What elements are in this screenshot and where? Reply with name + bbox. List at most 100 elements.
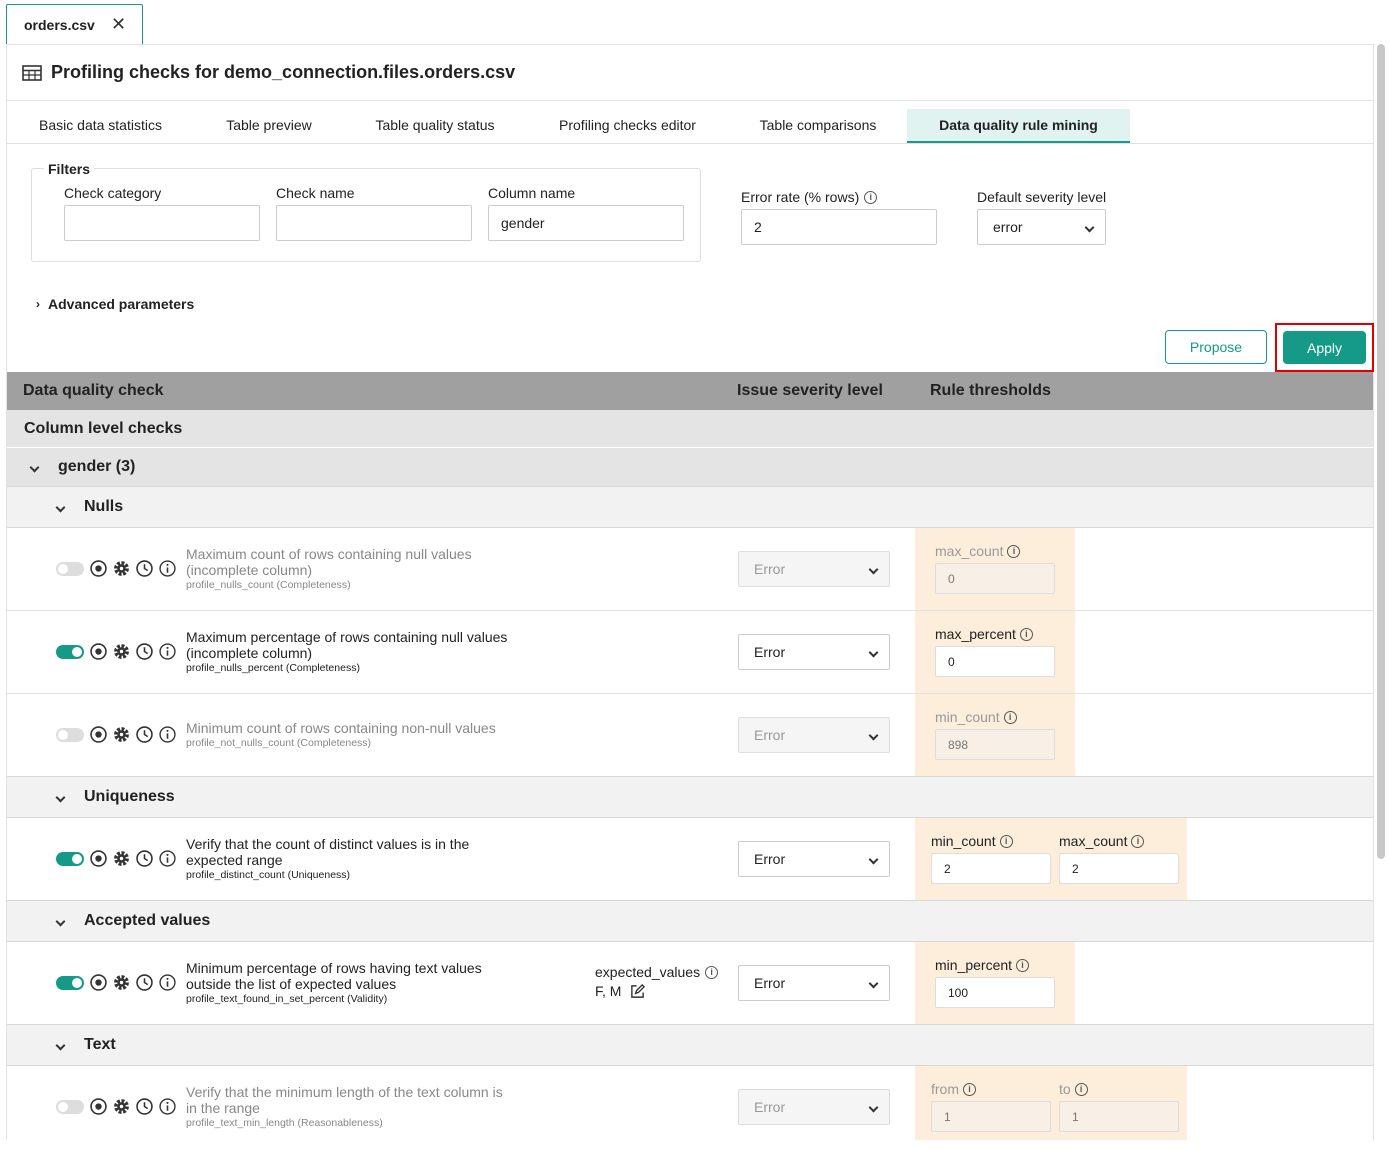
error-rate-input[interactable]: 2 xyxy=(741,209,937,245)
category-accepted-values[interactable]: Accepted values xyxy=(7,900,1373,942)
category-uniqueness[interactable]: Uniqueness xyxy=(7,776,1373,818)
check-name-label: Check name xyxy=(276,185,355,201)
target-icon[interactable] xyxy=(90,643,107,660)
info-icon[interactable]: i xyxy=(1007,544,1021,558)
target-icon[interactable] xyxy=(90,1098,107,1115)
target-icon[interactable] xyxy=(90,974,107,991)
tab-rule-mining[interactable]: Data quality rule mining xyxy=(907,109,1130,143)
severity-select[interactable]: Error xyxy=(738,551,890,587)
tab-table-comparisons[interactable]: Table comparisons xyxy=(729,109,907,143)
scrollbar[interactable] xyxy=(1377,44,1385,859)
severity-select[interactable]: Error xyxy=(738,1089,890,1125)
clock-icon[interactable] xyxy=(136,974,153,991)
enable-toggle[interactable] xyxy=(56,851,84,866)
file-tab[interactable]: orders.csv ✕ xyxy=(6,4,143,44)
chevron-down-icon xyxy=(55,1040,66,1050)
severity-select[interactable]: Error xyxy=(738,841,890,877)
info-icon[interactable]: i xyxy=(705,965,719,979)
info-icon[interactable]: i xyxy=(864,190,878,204)
clock-icon[interactable] xyxy=(136,643,153,660)
severity-select[interactable]: Error xyxy=(738,634,890,670)
severity-value: Error xyxy=(754,975,786,991)
group-gender[interactable]: gender (3) xyxy=(7,448,1373,486)
threshold-input[interactable]: 1 xyxy=(1059,1101,1179,1132)
tab-bar: Basic data statistics Table preview Tabl… xyxy=(7,109,1130,143)
table-icon xyxy=(22,64,42,81)
gear-icon[interactable] xyxy=(113,560,130,577)
gear-icon[interactable] xyxy=(113,850,130,867)
tab-table-preview[interactable]: Table preview xyxy=(194,109,344,143)
clock-icon[interactable] xyxy=(136,726,153,743)
info-icon[interactable]: i xyxy=(963,1082,976,1096)
threshold-input[interactable]: 1 xyxy=(931,1101,1051,1132)
threshold-panel: min_count i 2 max_count i 2 xyxy=(915,818,1187,900)
default-severity-select[interactable]: error xyxy=(977,209,1106,245)
highlight-box xyxy=(1275,323,1374,372)
gear-icon[interactable] xyxy=(113,974,130,991)
chevron-down-icon xyxy=(29,462,40,472)
info-icon[interactable]: i xyxy=(1074,1082,1088,1096)
threshold-input[interactable]: 100 xyxy=(935,977,1055,1008)
info-icon[interactable]: i xyxy=(1003,710,1017,724)
chevron-down-icon xyxy=(55,916,66,926)
info-icon[interactable] xyxy=(159,850,176,867)
enable-toggle[interactable] xyxy=(56,1099,84,1114)
default-severity-value: error xyxy=(993,219,1023,235)
threshold-input[interactable]: 898 xyxy=(935,729,1055,760)
check-name: profile_text_found_in_set_percent xyxy=(186,993,345,1005)
gear-icon[interactable] xyxy=(113,1098,130,1115)
enable-toggle[interactable] xyxy=(56,975,84,990)
table-header: Data quality check Issue severity level … xyxy=(7,372,1373,410)
info-icon[interactable] xyxy=(159,560,176,577)
target-icon[interactable] xyxy=(90,726,107,743)
info-icon[interactable] xyxy=(159,1098,176,1115)
info-icon[interactable] xyxy=(159,643,176,660)
threshold-panel: min_percent i 100 xyxy=(915,942,1075,1024)
check-name-input[interactable] xyxy=(276,205,472,241)
info-icon[interactable] xyxy=(159,974,176,991)
check-category-input[interactable] xyxy=(64,205,260,241)
threshold-input[interactable]: 2 xyxy=(931,853,1051,884)
category-text[interactable]: Text xyxy=(7,1024,1373,1066)
error-rate-label: Error rate (% rows) xyxy=(741,189,860,205)
info-icon[interactable]: i xyxy=(1016,958,1030,972)
target-icon[interactable] xyxy=(90,560,107,577)
info-icon[interactable]: i xyxy=(999,834,1013,848)
category-nulls[interactable]: Nulls xyxy=(7,486,1373,528)
info-icon[interactable] xyxy=(159,726,176,743)
threshold-input[interactable]: 0 xyxy=(935,563,1055,594)
clock-icon[interactable] xyxy=(136,850,153,867)
enable-toggle[interactable] xyxy=(56,727,84,742)
enable-toggle[interactable] xyxy=(56,561,84,576)
edit-icon[interactable] xyxy=(630,983,646,999)
check-category: (Uniqueness) xyxy=(287,869,351,881)
check-description: Verify that the count of distinct values… xyxy=(186,836,486,882)
check-title: Maximum percentage of rows containing nu… xyxy=(186,629,508,661)
check-title: Verify that the count of distinct values… xyxy=(186,836,470,868)
clock-icon[interactable] xyxy=(136,1098,153,1115)
threshold-input[interactable]: 2 xyxy=(1059,853,1179,884)
check-row: Verify that the count of distinct values… xyxy=(7,818,1373,901)
threshold-label: min_percent i xyxy=(935,957,1030,973)
clock-icon[interactable] xyxy=(136,560,153,577)
advanced-parameters-toggle[interactable]: › Advanced parameters xyxy=(36,296,194,312)
tab-table-quality-status[interactable]: Table quality status xyxy=(344,109,526,143)
info-icon[interactable]: i xyxy=(1131,834,1145,848)
severity-select[interactable]: Error xyxy=(738,717,890,753)
gear-icon[interactable] xyxy=(113,643,130,660)
chevron-down-icon xyxy=(868,978,879,988)
enable-toggle[interactable] xyxy=(56,644,84,659)
propose-button[interactable]: Propose xyxy=(1165,330,1267,364)
param-label: min_count xyxy=(935,709,1000,725)
tab-profiling-checks-editor[interactable]: Profiling checks editor xyxy=(526,109,729,143)
tab-basic-statistics[interactable]: Basic data statistics xyxy=(7,109,194,143)
check-row: Minimum percentage of rows having text v… xyxy=(7,942,1373,1025)
gear-icon[interactable] xyxy=(113,726,130,743)
target-icon[interactable] xyxy=(90,850,107,867)
column-name-input[interactable]: gender xyxy=(488,205,684,241)
close-icon[interactable]: ✕ xyxy=(111,14,126,35)
threshold-input[interactable]: 0 xyxy=(935,646,1055,677)
check-title: Minimum count of rows containing non-nul… xyxy=(186,720,496,736)
info-icon[interactable]: i xyxy=(1019,627,1033,641)
severity-select[interactable]: Error xyxy=(738,965,890,1001)
